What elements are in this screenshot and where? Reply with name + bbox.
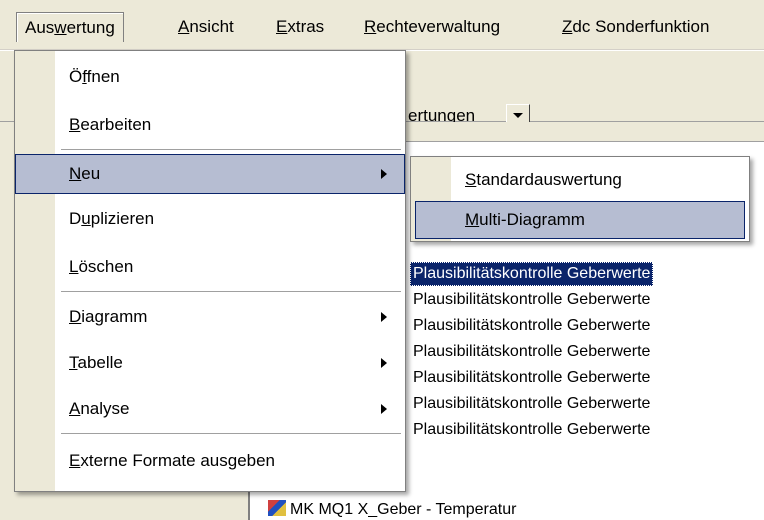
tree-row[interactable]: Plausibilitätskontrolle Geberwerte	[410, 366, 653, 390]
tree-row-selected[interactable]: Plausibilitätskontrolle Geberwerte	[410, 262, 654, 286]
tree-row-partial[interactable]: MK MQ1 X_Geber - Temperatur	[268, 500, 516, 520]
menu-item-bearbeiten[interactable]: Bearbeiten	[15, 105, 405, 145]
menu-item-neu[interactable]: Neu	[15, 154, 405, 194]
submenu-arrow-icon	[381, 404, 387, 414]
auswertung-dropdown-menu: Öffnen Bearbeiten Neu Duplizieren Lösche…	[14, 50, 406, 492]
report-icon	[268, 500, 286, 516]
submenu-arrow-icon	[381, 358, 387, 368]
menu-extras[interactable]: Extras	[268, 12, 332, 42]
menu-item-analyse[interactable]: Analyse	[15, 389, 405, 429]
menu-separator	[61, 149, 401, 150]
tree-row[interactable]: Plausibilitätskontrolle Geberwerte	[410, 340, 653, 364]
menu-separator	[61, 433, 401, 434]
menu-item-loeschen[interactable]: Löschen	[15, 247, 405, 287]
tree-row[interactable]: Plausibilitätskontrolle Geberwerte	[410, 288, 653, 312]
tree-row[interactable]: Plausibilitätskontrolle Geberwerte	[410, 314, 653, 338]
menu-bar: Auswertung Ansicht Extras Rechteverwaltu…	[0, 0, 764, 50]
menu-item-diagramm[interactable]: Diagramm	[15, 297, 405, 337]
menu-item-duplizieren[interactable]: Duplizieren	[15, 199, 405, 239]
neu-submenu: Standardauswertung Multi-Diagramm	[410, 156, 750, 242]
menu-rechteverwaltung[interactable]: Rechteverwaltung	[356, 12, 508, 42]
menu-zdc-sonderfunktion[interactable]: Zdc Sonderfunktion	[554, 12, 717, 42]
menu-auswertung[interactable]: Auswertung	[16, 12, 124, 42]
submenu-item-multi-diagramm[interactable]: Multi-Diagramm	[415, 201, 745, 239]
submenu-arrow-icon	[381, 169, 387, 179]
tree-row[interactable]: Plausibilitätskontrolle Geberwerte	[410, 418, 653, 442]
submenu-item-standardauswertung[interactable]: Standardauswertung	[411, 161, 749, 199]
submenu-arrow-icon	[381, 312, 387, 322]
menu-separator	[61, 291, 401, 292]
menu-item-oeffnen[interactable]: Öffnen	[15, 57, 405, 97]
menu-item-tabelle[interactable]: Tabelle	[15, 343, 405, 383]
menu-ansicht[interactable]: Ansicht	[170, 12, 242, 42]
menu-item-externe-formate[interactable]: Externe Formate ausgeben	[15, 441, 405, 481]
tree-row[interactable]: Plausibilitätskontrolle Geberwerte	[410, 392, 653, 416]
